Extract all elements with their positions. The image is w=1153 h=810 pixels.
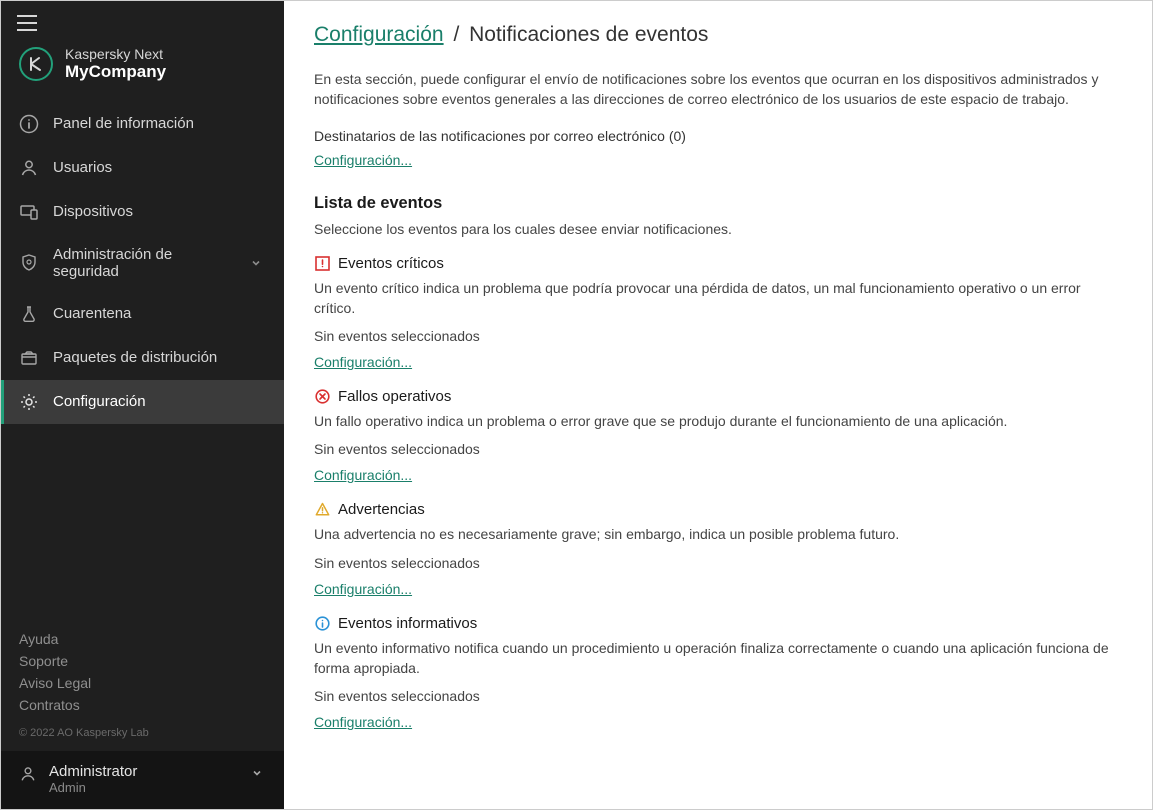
event-group-warnings: Advertencias Una advertencia no es neces…	[314, 501, 1122, 596]
sidebar-item-label: Administración de seguridad	[53, 246, 232, 280]
sidebar-item-label: Configuración	[53, 393, 146, 410]
sidebar-item-label: Dispositivos	[53, 203, 133, 220]
sidebar-nav: Panel de información Usuarios Dispositiv…	[1, 102, 284, 424]
event-title-text: Fallos operativos	[338, 388, 451, 405]
user-block[interactable]: Administrator Admin	[1, 751, 284, 809]
info-icon	[314, 615, 330, 631]
footer-link-help[interactable]: Ayuda	[19, 631, 266, 647]
chevron-down-icon	[246, 257, 266, 269]
chevron-down-icon	[248, 767, 266, 779]
sidebar-item-settings[interactable]: Configuración	[1, 380, 284, 424]
info-configure-link[interactable]: Configuración...	[314, 714, 412, 730]
shield-settings-icon	[19, 253, 39, 273]
sidebar-item-label: Panel de información	[53, 115, 194, 132]
event-none: Sin eventos seleccionados	[314, 441, 1122, 457]
event-none: Sin eventos seleccionados	[314, 555, 1122, 571]
user-name: Administrator	[49, 763, 137, 780]
sidebar-item-panel[interactable]: Panel de información	[1, 102, 284, 146]
footer-link-support[interactable]: Soporte	[19, 653, 266, 669]
user-role: Admin	[49, 780, 137, 795]
critical-icon	[314, 255, 330, 271]
menu-toggle[interactable]	[1, 1, 284, 41]
footer-link-contracts[interactable]: Contratos	[19, 697, 266, 713]
breadcrumb-root[interactable]: Configuración	[314, 23, 444, 46]
sidebar-item-devices[interactable]: Dispositivos	[1, 190, 284, 234]
warnings-configure-link[interactable]: Configuración...	[314, 581, 412, 597]
event-group-operational: Fallos operativos Un fallo operativo ind…	[314, 388, 1122, 483]
brand-line1: Kaspersky Next	[65, 47, 166, 62]
event-desc: Un fallo operativo indica un problema o …	[314, 411, 1122, 431]
sidebar-item-users[interactable]: Usuarios	[1, 146, 284, 190]
breadcrumb-current: Notificaciones de eventos	[469, 23, 708, 46]
user-icon	[19, 158, 39, 178]
devices-icon	[19, 202, 39, 222]
package-icon	[19, 348, 39, 368]
event-desc: Una advertencia no es necesariamente gra…	[314, 524, 1122, 544]
event-desc: Un evento informativo notifica cuando un…	[314, 638, 1122, 679]
event-group-critical: Eventos críticos Un evento crítico indic…	[314, 255, 1122, 371]
footer-link-legal[interactable]: Aviso Legal	[19, 675, 266, 691]
flask-icon	[19, 304, 39, 324]
sidebar-item-packages[interactable]: Paquetes de distribución	[1, 336, 284, 380]
critical-configure-link[interactable]: Configuración...	[314, 354, 412, 370]
sidebar-item-quarantine[interactable]: Cuarentena	[1, 292, 284, 336]
gear-icon	[19, 392, 39, 412]
copyright: © 2022 AO Kaspersky Lab	[19, 727, 266, 739]
recipients-configure-link[interactable]: Configuración...	[314, 152, 412, 168]
event-title-text: Advertencias	[338, 501, 425, 518]
warning-icon	[314, 502, 330, 518]
hamburger-icon	[17, 15, 37, 31]
breadcrumb: Configuración / Notificaciones de evento…	[314, 23, 1122, 47]
sidebar-footer: Ayuda Soporte Aviso Legal Contratos © 20…	[1, 631, 284, 751]
event-list-sub: Seleccione los eventos para los cuales d…	[314, 221, 1122, 237]
sidebar-item-label: Cuarentena	[53, 305, 131, 322]
brand: Kaspersky Next MyCompany	[1, 41, 284, 102]
event-title-text: Eventos informativos	[338, 615, 477, 632]
main-content: Configuración / Notificaciones de evento…	[284, 1, 1152, 809]
event-list-heading: Lista de eventos	[314, 194, 1122, 213]
sidebar-item-label: Paquetes de distribución	[53, 349, 217, 366]
brand-logo-icon	[19, 47, 53, 81]
brand-line2: MyCompany	[65, 62, 166, 82]
info-circle-icon	[19, 114, 39, 134]
event-title-text: Eventos críticos	[338, 255, 444, 272]
event-none: Sin eventos seleccionados	[314, 688, 1122, 704]
event-desc: Un evento crítico indica un problema que…	[314, 278, 1122, 319]
intro-text: En esta sección, puede configurar el env…	[314, 69, 1122, 110]
user-icon	[19, 765, 37, 783]
breadcrumb-separator: /	[453, 23, 459, 46]
recipients-label: Destinatarios de las notificaciones por …	[314, 128, 1122, 144]
sidebar-item-security[interactable]: Administración de seguridad	[1, 234, 284, 292]
operational-failure-icon	[314, 389, 330, 405]
event-none: Sin eventos seleccionados	[314, 328, 1122, 344]
sidebar-item-label: Usuarios	[53, 159, 112, 176]
event-group-info: Eventos informativos Un evento informati…	[314, 615, 1122, 731]
operational-configure-link[interactable]: Configuración...	[314, 467, 412, 483]
sidebar: Kaspersky Next MyCompany Panel de inform…	[1, 1, 284, 809]
